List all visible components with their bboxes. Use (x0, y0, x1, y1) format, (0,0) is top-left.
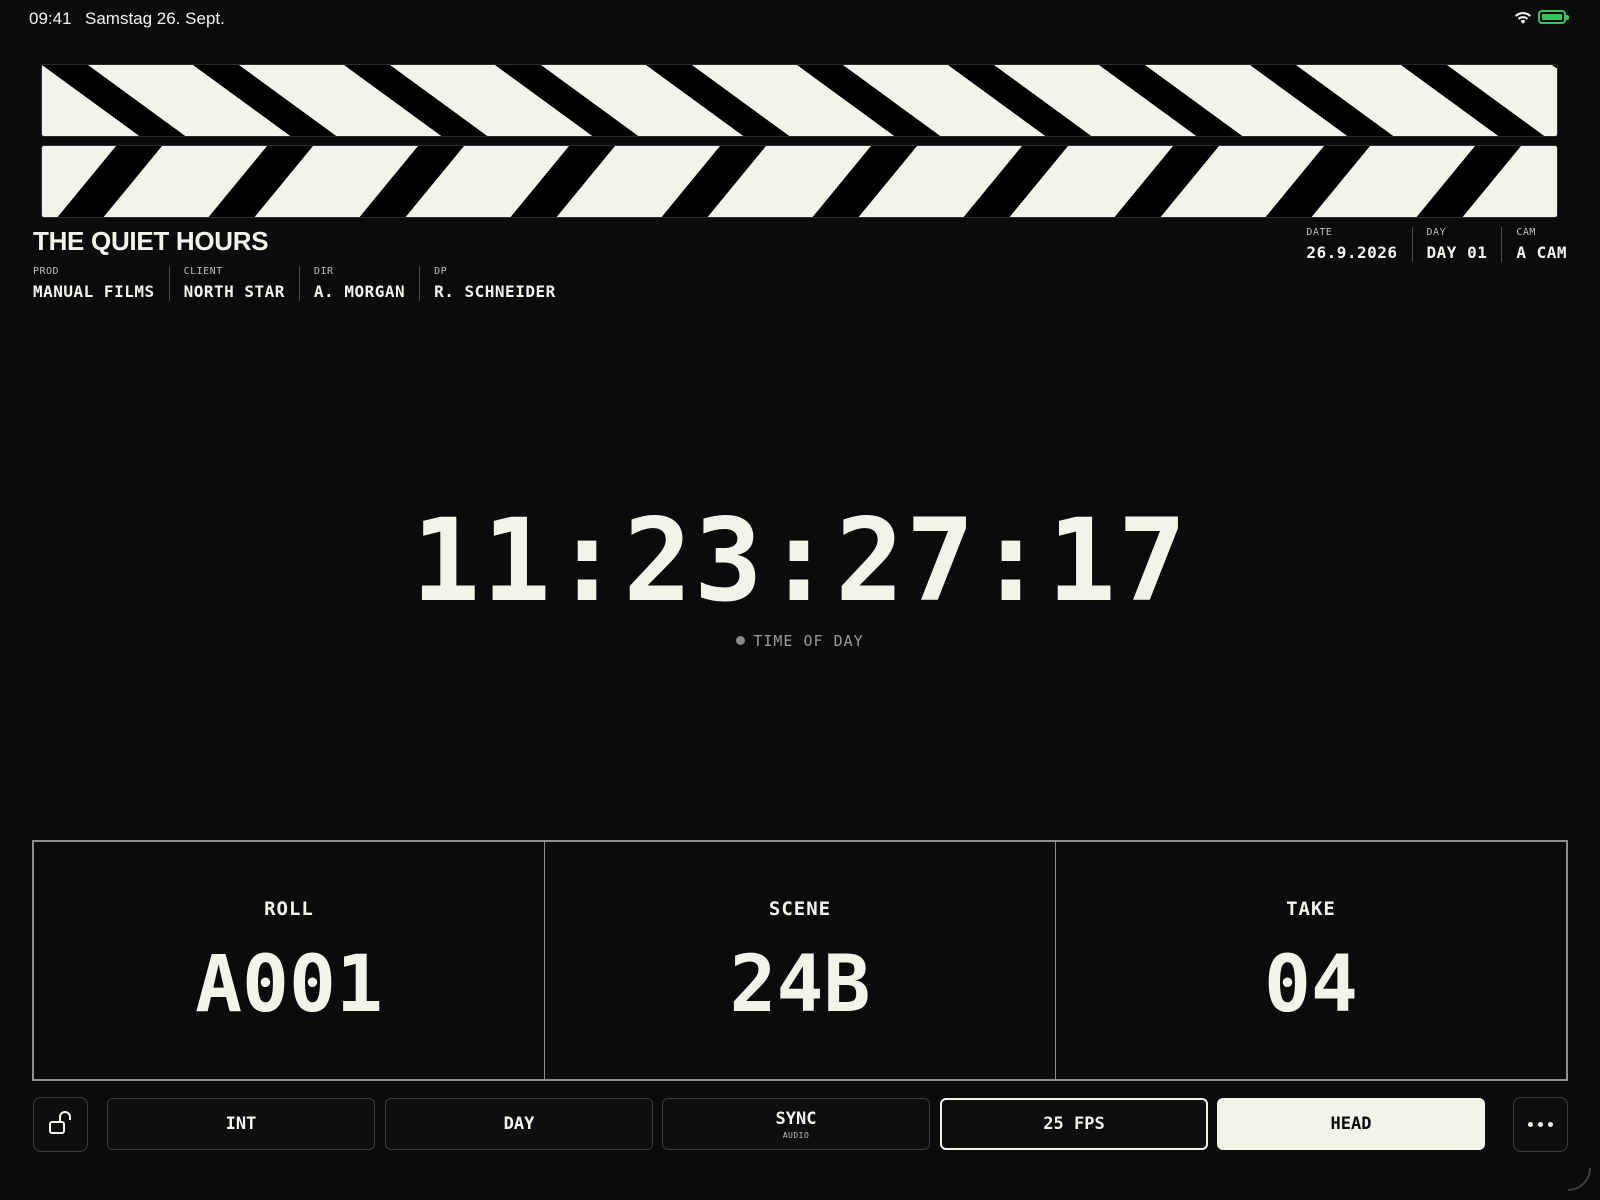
shoot-info-key: DATE (1306, 227, 1333, 238)
timecode-source-text: TIME OF DAY (753, 632, 864, 650)
sync-sublabel: AUDIO (782, 1130, 810, 1140)
slate-take-label: TAKE (1286, 898, 1336, 920)
fps-label: 25 FPS (1043, 1114, 1105, 1134)
bottom-toolbar: INT DAY SYNC AUDIO 25 FPS HEAD (0, 1097, 1600, 1152)
wifi-icon (1514, 10, 1532, 30)
shoot-day[interactable]: DAY DAY 01 (1411, 227, 1502, 262)
int-ext-toggle[interactable]: INT (107, 1098, 375, 1150)
shoot-info-value: A CAM (1516, 243, 1567, 262)
shoot-cam[interactable]: CAM A CAM (1501, 227, 1567, 262)
shoot-info-value: DAY 01 (1426, 243, 1488, 262)
slate-grid: ROLL A001 SCENE 24B TAKE 04 (32, 840, 1568, 1081)
credit-value: R. SCHNEIDER (434, 282, 556, 301)
credit-value: NORTH STAR (183, 282, 285, 301)
credit-prod[interactable]: PROD MANUAL FILMS (33, 266, 169, 301)
credit-key: CLIENT (183, 266, 223, 277)
home-indicator-corner (1567, 1167, 1591, 1191)
more-icon (1528, 1122, 1553, 1127)
credit-value: MANUAL FILMS (33, 282, 155, 301)
status-time: 09:41 (29, 9, 72, 28)
slate-roll-label: ROLL (264, 898, 314, 920)
battery-icon (1538, 10, 1569, 24)
lock-button[interactable] (33, 1097, 88, 1152)
credit-client[interactable]: CLIENT NORTH STAR (168, 266, 299, 301)
timecode-status-dot (736, 636, 746, 645)
fps-selector[interactable]: 25 FPS (940, 1098, 1208, 1150)
sync-toggle[interactable]: SYNC AUDIO (662, 1098, 930, 1150)
credit-key: DP (434, 266, 448, 277)
clapper-stick-bottom (41, 145, 1558, 218)
sync-label: SYNC (775, 1108, 817, 1129)
more-button[interactable] (1513, 1097, 1568, 1152)
timecode-display[interactable]: 11:23:27:17 (0, 494, 1600, 627)
shoot-date[interactable]: DATE 26.9.2026 (1306, 227, 1411, 262)
slate-roll-value: A001 (195, 940, 383, 1030)
credit-value: A. MORGAN (313, 282, 406, 301)
unlock-icon (47, 1109, 75, 1141)
slate-take[interactable]: TAKE 04 (1055, 842, 1566, 1079)
int-ext-label: INT (225, 1114, 257, 1134)
status-date: Samstag 26. Sept. (85, 9, 225, 28)
shoot-info-key: CAM (1516, 227, 1536, 238)
day-night-toggle[interactable]: DAY (385, 1098, 653, 1150)
head-tail-toggle[interactable]: HEAD (1217, 1098, 1485, 1150)
slate-scene-label: SCENE (768, 898, 832, 920)
slate-app: 09:41 Samstag 26. Sept. THE QUIET HOURS … (0, 0, 1600, 1200)
day-night-label: DAY (503, 1114, 535, 1134)
slate-roll[interactable]: ROLL A001 (34, 842, 544, 1079)
slate-scene-value: 24B (729, 940, 871, 1030)
head-tail-label: HEAD (1330, 1114, 1372, 1134)
credit-dir[interactable]: DIR A. MORGAN (298, 266, 419, 301)
shoot-info-key: DAY (1426, 227, 1447, 238)
production-title[interactable]: THE QUIET HOURS (33, 226, 269, 257)
slate-scene[interactable]: SCENE 24B (544, 842, 1055, 1079)
shoot-info-value: 26.9.2026 (1306, 243, 1398, 262)
credit-dp[interactable]: DP R. SCHNEIDER (419, 266, 570, 301)
credits-row: PROD MANUAL FILMS CLIENT NORTH STAR DIR … (33, 266, 570, 301)
clapper-stick-top[interactable] (41, 64, 1558, 137)
timecode-source-label[interactable]: TIME OF DAY (0, 632, 1600, 650)
shoot-info-row: DATE 26.9.2026 DAY DAY 01 CAM A CAM (1306, 227, 1567, 262)
slate-take-value: 04 (1264, 940, 1358, 1030)
status-bar: 09:41 Samstag 26. Sept. (0, 0, 1600, 36)
credit-key: DIR (313, 266, 334, 277)
credit-key: PROD (33, 266, 60, 277)
